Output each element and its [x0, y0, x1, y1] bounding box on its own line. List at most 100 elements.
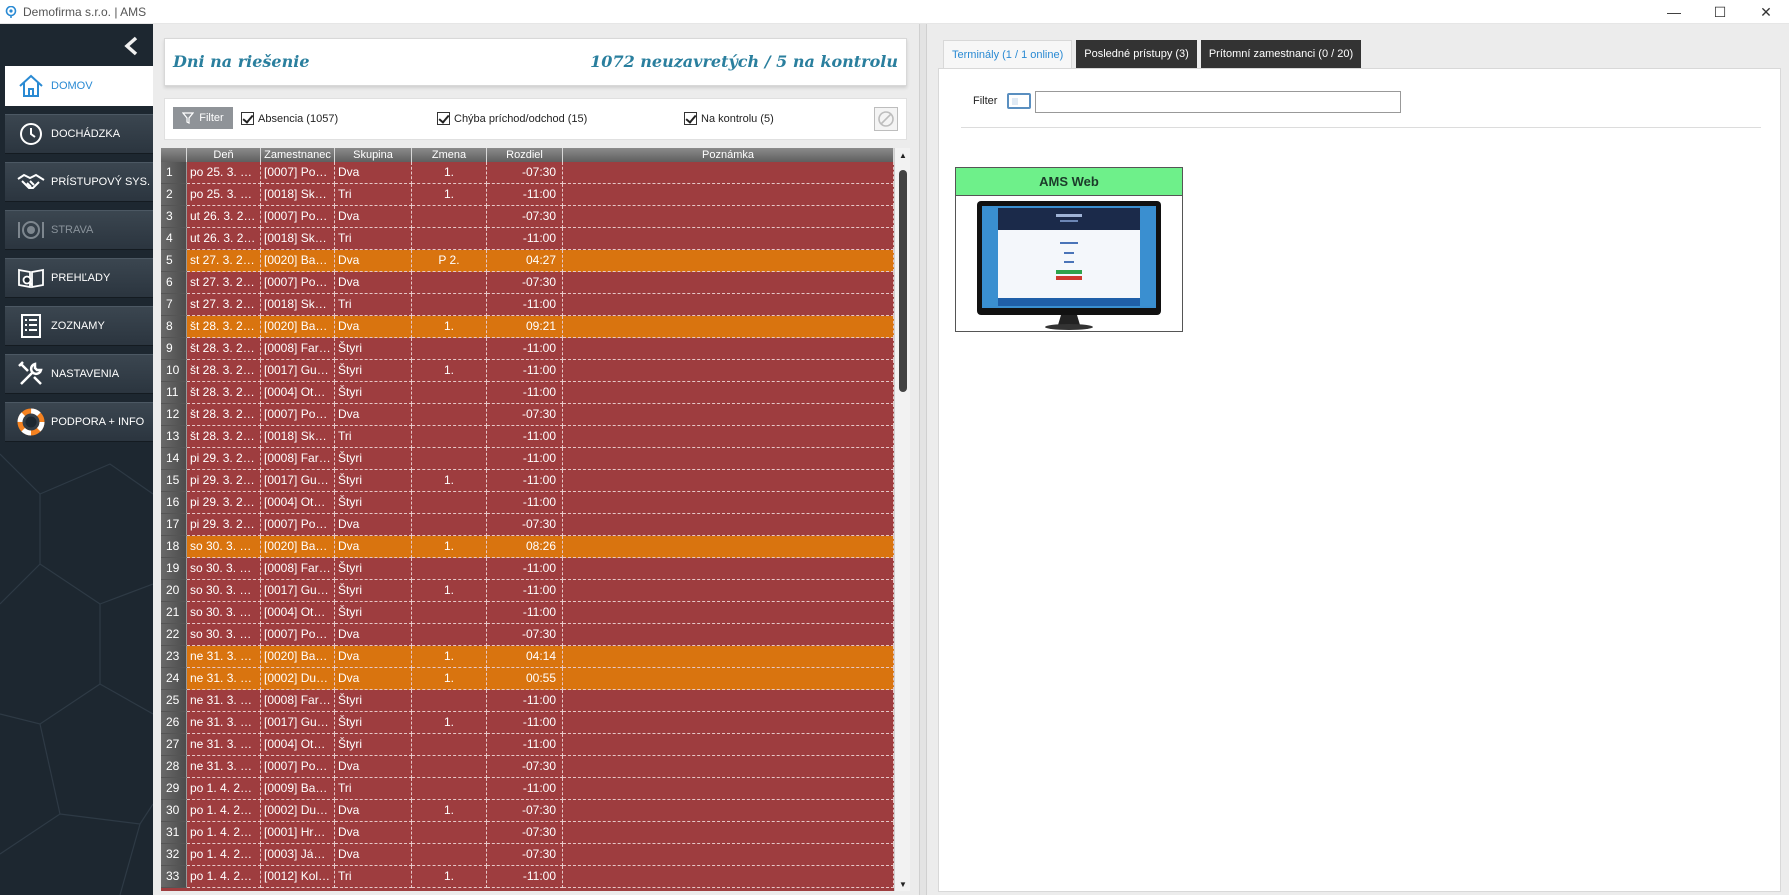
cell-day[interactable]: ne 31. 3. … [187, 668, 261, 690]
cell-day[interactable]: po 1. 4. 2… [187, 866, 261, 888]
cell-day[interactable]: po 25. 3. … [187, 162, 261, 184]
row-number[interactable]: 33 [161, 866, 187, 888]
table-row[interactable]: 7st 27. 3. 2… [0018] Sk… Tri -11:00 [161, 294, 894, 316]
table-row[interactable]: 25 ne 31. 3. … [0008] Far… Štyri -11:00 [161, 690, 894, 712]
cell-note[interactable] [563, 668, 894, 690]
cell-employee[interactable]: [0002] Du… [261, 668, 335, 690]
cell-shift[interactable]: 1. [412, 646, 487, 668]
cell-group[interactable]: Štyri [335, 558, 412, 580]
cell-employee[interactable]: [0017] Gu… [261, 360, 335, 382]
cell-day[interactable]: so 30. 3. … [187, 602, 261, 624]
cell-employee[interactable]: [0008] Far… [261, 690, 335, 712]
cell-diff[interactable]: -11:00 [487, 470, 563, 492]
cell-employee[interactable]: [0020] Ba… [261, 536, 335, 558]
cell-note[interactable] [563, 404, 894, 426]
sidebar-item-prehlady[interactable]: PREHĽADY [5, 258, 153, 298]
cell-note[interactable] [563, 800, 894, 822]
cell-note[interactable] [563, 294, 894, 316]
cell-employee[interactable]: [0004] Ot… [261, 382, 335, 404]
cell-note[interactable] [563, 426, 894, 448]
cell-employee[interactable]: [0007] Po… [261, 404, 335, 426]
panel-splitter[interactable] [919, 24, 927, 895]
table-row[interactable]: 30 po 1. 4. 2… [0002] Du… Dva 1. -07:30 [161, 800, 894, 822]
cell-diff[interactable]: -07:30 [487, 624, 563, 646]
absencia-checkbox[interactable]: Absencia (1057) [241, 112, 338, 125]
cell-day[interactable]: pi 29. 3. 2… [187, 514, 261, 536]
cell-employee[interactable]: [0017] Gu… [261, 580, 335, 602]
row-number[interactable]: 28 [161, 756, 187, 778]
cell-note[interactable] [563, 866, 894, 888]
cell-shift[interactable] [412, 822, 487, 844]
cell-group[interactable]: Štyri [335, 382, 412, 404]
cell-day[interactable]: so 30. 3. … [187, 558, 261, 580]
row-number[interactable]: 27 [161, 734, 187, 756]
terminal-filter-input[interactable] [1035, 91, 1401, 113]
cell-group[interactable]: Dva [335, 822, 412, 844]
cell-employee[interactable]: [0012] Kol… [261, 866, 335, 888]
row-number[interactable]: 5 [161, 250, 187, 272]
cell-employee[interactable]: [0004] Ot… [261, 734, 335, 756]
cell-shift[interactable] [412, 272, 487, 294]
row-number[interactable]: 4 [161, 228, 187, 250]
cell-diff[interactable]: -11:00 [487, 184, 563, 206]
col-header-diff[interactable]: Rozdiel [487, 148, 563, 162]
cell-note[interactable] [563, 162, 894, 184]
scroll-up-arrow-icon[interactable]: ▲ [895, 148, 910, 162]
cell-shift[interactable]: P 2. [412, 250, 487, 272]
cell-employee[interactable]: [0020] Ba… [261, 250, 335, 272]
cell-day[interactable]: po 1. 4. 2… [187, 822, 261, 844]
cell-diff[interactable]: -11:00 [487, 580, 563, 602]
row-number[interactable]: 16 [161, 492, 187, 514]
cell-note[interactable] [563, 470, 894, 492]
table-row[interactable]: 15 pi 29. 3. 2… [0017] Gu… Štyri 1. -11:00 [161, 470, 894, 492]
maximize-button[interactable]: ☐ [1697, 0, 1743, 24]
sidebar-item-strava[interactable]: STRAVA [5, 210, 153, 250]
cell-day[interactable]: št 28. 3. 2… [187, 316, 261, 338]
row-number[interactable]: 11 [161, 382, 187, 404]
cell-group[interactable]: Štyri [335, 360, 412, 382]
cell-note[interactable] [563, 778, 894, 800]
row-number[interactable]: 9 [161, 338, 187, 360]
cell-group[interactable]: Dva [335, 536, 412, 558]
sidebar-item-pristupovy-sys[interactable]: PRÍSTUPOVÝ SYS. [5, 162, 153, 202]
row-number[interactable]: 17 [161, 514, 187, 536]
cell-group[interactable]: Dva [335, 162, 412, 184]
cell-group[interactable]: Tri [335, 184, 412, 206]
cell-shift[interactable] [412, 844, 487, 866]
cell-note[interactable] [563, 712, 894, 734]
cell-employee[interactable]: [0008] Far… [261, 448, 335, 470]
row-number[interactable]: 21 [161, 602, 187, 624]
checkbox-checked[interactable] [437, 112, 450, 125]
grid-scrollbar[interactable]: ▲ ▼ [894, 148, 910, 891]
cell-shift[interactable] [412, 338, 487, 360]
cell-note[interactable] [563, 250, 894, 272]
cell-note[interactable] [563, 492, 894, 514]
sidebar-item-zoznamy[interactable]: ZOZNAMY [5, 306, 153, 346]
cell-day[interactable]: pi 29. 3. 2… [187, 492, 261, 514]
scroll-down-arrow-icon[interactable]: ▼ [895, 877, 910, 891]
cell-day[interactable]: št 28. 3. 2… [187, 382, 261, 404]
cell-day[interactable]: ut 26. 3. 2… [187, 206, 261, 228]
cell-diff[interactable]: -11:00 [487, 866, 563, 888]
cell-day[interactable]: st 27. 3. 2… [187, 250, 261, 272]
cell-shift[interactable] [412, 602, 487, 624]
cell-shift[interactable] [412, 690, 487, 712]
cell-shift[interactable]: 1. [412, 668, 487, 690]
cell-group[interactable]: Tri [335, 426, 412, 448]
cell-shift[interactable] [412, 492, 487, 514]
cell-note[interactable] [563, 536, 894, 558]
cell-shift[interactable] [412, 448, 487, 470]
cell-diff[interactable]: -07:30 [487, 404, 563, 426]
tab-present-employees[interactable]: Prítomní zamestnanci (0 / 20) [1200, 40, 1362, 68]
cell-shift[interactable] [412, 206, 487, 228]
cell-group[interactable]: Štyri [335, 492, 412, 514]
cell-day[interactable]: ne 31. 3. … [187, 756, 261, 778]
cell-note[interactable] [563, 646, 894, 668]
cell-day[interactable]: po 25. 3. … [187, 184, 261, 206]
cell-employee[interactable]: [0004] Ot… [261, 492, 335, 514]
chyba-checkbox[interactable]: Chýba príchod/odchod (15) [437, 112, 587, 125]
cell-shift[interactable] [412, 778, 487, 800]
close-button[interactable]: ✕ [1743, 0, 1789, 24]
cell-shift[interactable]: 1. [412, 316, 487, 338]
collapse-sidebar-icon[interactable] [122, 36, 140, 56]
